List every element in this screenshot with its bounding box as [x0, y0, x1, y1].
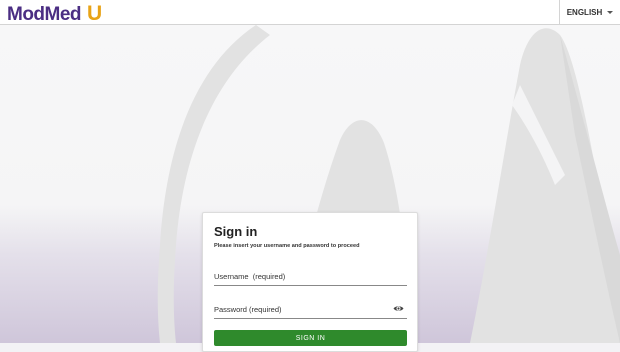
- logo-u: U: [87, 2, 103, 25]
- eye-icon[interactable]: [393, 304, 404, 313]
- language-label: ENGLISH: [566, 8, 603, 17]
- password-input[interactable]: [214, 301, 407, 319]
- language-selector[interactable]: ENGLISH: [559, 0, 620, 25]
- top-bar: ModMed U ENGLISH: [0, 0, 620, 25]
- logo-text: ModMed: [7, 4, 82, 25]
- sign-in-button[interactable]: SIGN IN: [214, 330, 407, 346]
- username-input[interactable]: [214, 268, 407, 286]
- modmed-u-logo[interactable]: ModMed U: [7, 2, 103, 25]
- caret-down-icon: [607, 11, 614, 14]
- sign-in-card: Sign in Please insert your username and …: [202, 212, 418, 352]
- sign-in-title: Sign in: [214, 224, 258, 239]
- sign-in-subtitle: Please insert your username and password…: [214, 243, 360, 249]
